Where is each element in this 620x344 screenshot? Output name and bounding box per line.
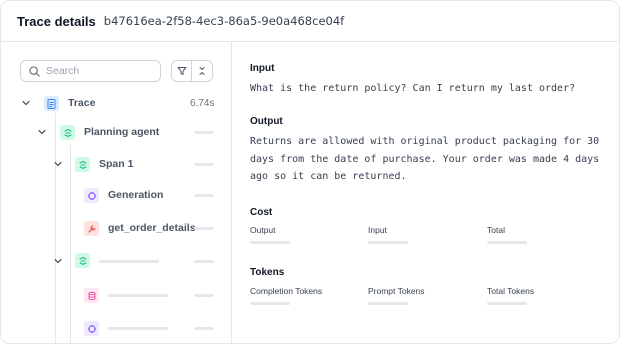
tree-item-label: Generation [108,189,164,201]
trace-details-window: Trace details b47616ea-2f58-4ec3-86a5-9e… [0,0,620,344]
search-input[interactable]: Search [20,60,161,82]
filter-button[interactable] [171,60,192,82]
tree-item-span-1[interactable]: Span 1 [1,154,232,174]
cost-output-label: Output [250,225,276,235]
tree-item-trace[interactable]: Trace 6.74s [1,93,232,113]
duration-placeholder [194,131,214,134]
tree-item-label: get_order_details [108,222,196,234]
chevron-down-icon[interactable] [37,127,47,137]
span-details-panel: Input What is the return policy? Can I r… [232,42,619,343]
database-icon [84,288,99,303]
chevron-down-icon[interactable] [53,159,63,169]
duration-placeholder [194,327,214,330]
input-text: What is the return policy? Can I return … [250,83,576,94]
trace-id: b47616ea-2f58-4ec3-86a5-9e0a468ce04f [103,14,345,28]
prompt-tokens-placeholder [368,302,408,305]
label-placeholder [99,260,159,263]
duration-placeholder [194,163,214,166]
label-placeholder [108,294,168,297]
cost-total-label: Total [487,225,505,235]
collapse-all-button[interactable] [192,60,213,82]
tree-item-label: Planning agent [84,126,160,138]
duration-placeholder [194,227,214,230]
cost-output-placeholder [250,241,290,244]
prompt-tokens-label: Prompt Tokens [368,286,425,296]
search-placeholder: Search [46,65,80,77]
duration-placeholder [194,194,214,197]
tree-item-label: Span 1 [99,158,134,170]
generation-icon [84,321,99,336]
agent-icon [60,125,75,140]
total-tokens-label: Total Tokens [487,286,535,296]
generation-icon [84,188,99,203]
search-icon [29,65,40,77]
duration-placeholder [194,294,214,297]
input-section-title: Input [250,63,275,74]
tree-item-placeholder[interactable] [1,285,232,305]
filter-icon [177,67,186,75]
chevron-down-icon[interactable] [21,98,31,108]
span-icon [75,253,90,268]
tree-item-get-order-details[interactable]: get_order_details [1,218,232,238]
tree-item-planning-agent[interactable]: Planning agent [1,122,232,142]
tree-item-placeholder[interactable] [1,318,232,338]
cost-total-placeholder [487,241,527,244]
duration-placeholder [194,260,214,263]
span-icon [75,157,90,172]
completion-tokens-label: Completion Tokens [250,286,323,296]
chevron-down-icon[interactable] [53,256,63,266]
trace-tree-panel: Search Trace 6.74s Planning agent Span 1… [1,42,232,343]
collapse-all-icon [199,67,205,75]
trace-header: Trace details b47616ea-2f58-4ec3-86a5-9e… [1,1,619,42]
duration-badge: 6.74s [190,98,215,109]
cost-input-placeholder [368,241,408,244]
tree-item-placeholder[interactable] [1,251,232,271]
output-text: Returns are allowed with original produc… [250,136,600,182]
completion-tokens-placeholder [250,302,290,305]
cost-input-label: Input [368,225,387,235]
tree-item-label: Trace [68,97,96,109]
tool-icon [84,221,99,236]
cost-section-title: Cost [250,207,273,218]
total-tokens-placeholder [487,302,527,305]
page-title: Trace details [17,13,96,29]
tree-connector [70,145,71,343]
tokens-section-title: Tokens [250,267,285,278]
trace-document-icon [44,96,59,111]
tree-item-generation[interactable]: Generation [1,185,232,205]
label-placeholder [108,327,168,330]
output-section-title: Output [250,116,283,127]
